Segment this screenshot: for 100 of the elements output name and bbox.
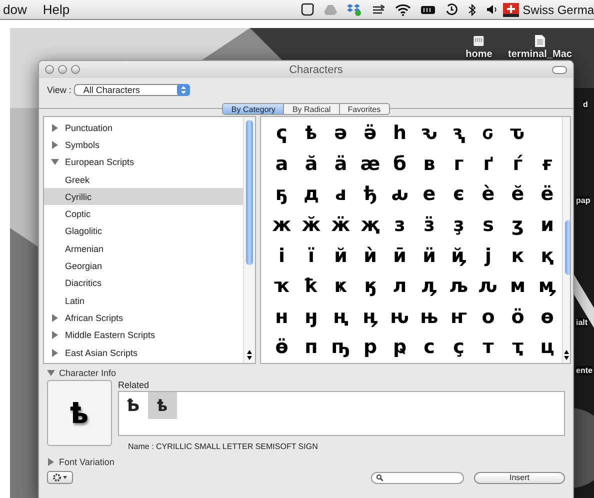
character-cell[interactable]: и — [532, 212, 562, 238]
tab[interactable]: By Radical — [284, 104, 340, 114]
category-item[interactable]: Punctuation — [44, 119, 243, 136]
related-character[interactable]: Ҍ — [119, 392, 148, 419]
category-item[interactable]: Cyrillic — [44, 188, 243, 206]
character-cell[interactable]: ґ — [474, 150, 503, 177]
desktop-icon-label[interactable]: home — [466, 49, 492, 60]
character-cell[interactable]: ц — [532, 334, 562, 360]
character-cell[interactable]: ԁ — [326, 181, 356, 208]
character-cell[interactable]: һ — [385, 120, 414, 146]
character-cell[interactable]: м — [503, 273, 532, 300]
disclosure-triangle-icon[interactable] — [47, 369, 55, 377]
character-cell[interactable]: җ — [356, 212, 385, 238]
character-cell[interactable]: ж — [267, 212, 296, 238]
character-cell[interactable]: ԋ — [385, 304, 414, 330]
character-cell[interactable]: њ — [414, 304, 444, 330]
search-field[interactable] — [371, 472, 464, 484]
disclosure-triangle-icon[interactable] — [51, 158, 59, 166]
category-item[interactable]: Latin — [44, 292, 243, 310]
character-cell[interactable]: ҁ — [267, 120, 296, 146]
menu-item[interactable]: dow — [3, 2, 27, 17]
volume-icon[interactable] — [486, 4, 498, 15]
character-cell[interactable]: ө — [532, 304, 562, 330]
category-item[interactable]: African Scripts — [44, 309, 243, 327]
category-item[interactable]: Georgian — [44, 257, 243, 275]
input-source-label[interactable]: Swiss Germa — [522, 2, 594, 16]
character-cell[interactable]: ӆ — [414, 273, 444, 300]
related-character[interactable]: ҍ — [148, 392, 177, 419]
character-cell[interactable]: ӡ — [503, 212, 532, 238]
character-cell[interactable]: л — [385, 273, 414, 300]
character-cell[interactable]: ӄ — [356, 273, 385, 300]
character-cell[interactable]: ҋ — [444, 242, 474, 269]
close-button[interactable] — [45, 65, 54, 74]
character-cell[interactable]: с — [414, 334, 444, 360]
category-item[interactable]: European Scripts — [44, 154, 243, 171]
category-item[interactable]: Middle Eastern Scripts — [44, 326, 243, 344]
character-cell[interactable]: і — [267, 242, 296, 269]
category-item[interactable]: Greek — [44, 170, 243, 188]
swiss-flag-icon[interactable] — [502, 2, 519, 16]
character-cell[interactable]: ԍ — [474, 120, 503, 146]
character-cell[interactable]: д — [296, 181, 326, 208]
character-cell[interactable]: ҥ — [444, 304, 474, 330]
sync-icon[interactable] — [372, 4, 385, 16]
character-cell[interactable]: ӂ — [296, 212, 326, 238]
disclosure-triangle-icon[interactable] — [51, 331, 59, 340]
character-cell[interactable]: ӝ — [326, 212, 356, 238]
minimize-button[interactable] — [58, 65, 67, 74]
character-cell[interactable]: ԏ — [503, 120, 532, 146]
character-cell[interactable]: а — [267, 150, 296, 177]
character-cell[interactable]: љ — [444, 273, 474, 300]
character-cell[interactable]: п — [296, 334, 326, 360]
character-cell[interactable]: в — [414, 150, 444, 177]
character-cell[interactable]: ҏ — [385, 334, 414, 360]
character-cell[interactable]: ҙ — [444, 212, 474, 238]
character-cell[interactable]: ѕ — [474, 212, 503, 238]
character-cell[interactable]: ҍ — [296, 120, 326, 146]
insert-button[interactable]: Insert — [474, 472, 565, 484]
wifi-icon[interactable] — [394, 4, 411, 16]
character-cell[interactable]: є — [444, 181, 474, 208]
character-cell[interactable]: з — [385, 212, 414, 238]
character-cell[interactable]: ӕ — [356, 150, 385, 177]
character-cell[interactable]: ғ — [532, 150, 562, 177]
character-cell[interactable]: т — [474, 334, 503, 360]
character-cell[interactable]: ҭ — [503, 334, 532, 360]
category-item[interactable]: Glagolitic — [44, 222, 243, 240]
character-cell[interactable]: г — [444, 150, 474, 177]
disclosure-triangle-icon[interactable] — [51, 348, 59, 356]
character-cell[interactable]: ҝ — [326, 273, 356, 300]
tab[interactable]: Favorites — [340, 104, 389, 114]
character-cell[interactable]: ӑ — [296, 150, 326, 177]
disclosure-triangle-icon[interactable] — [47, 458, 55, 466]
character-cell[interactable]: ԇ — [444, 120, 474, 146]
character-cell[interactable]: ӗ — [503, 181, 532, 208]
character-cell[interactable]: ҧ — [326, 334, 356, 360]
scroll-bar[interactable] — [243, 117, 255, 363]
character-cell[interactable]: ӫ — [267, 334, 296, 360]
menu-item[interactable]: Help — [42, 2, 70, 17]
category-item[interactable]: Diacritics — [44, 274, 243, 292]
stepper-arrows-icon[interactable] — [177, 84, 190, 96]
dropbox-icon[interactable] — [346, 3, 362, 16]
character-cell[interactable]: ӎ — [532, 273, 562, 300]
character-cell[interactable]: ѝ — [356, 242, 385, 269]
category-item[interactable]: Armenian — [44, 240, 243, 258]
bluetooth-icon[interactable] — [468, 4, 476, 16]
category-item[interactable]: East Asian Scripts — [44, 344, 243, 362]
character-cell[interactable]: ӟ — [414, 212, 444, 238]
character-cell[interactable]: ӊ — [356, 304, 385, 330]
character-cell[interactable]: ї — [296, 242, 326, 269]
character-cell[interactable]: й — [326, 242, 356, 269]
toolbar-toggle-button[interactable] — [552, 66, 567, 74]
category-item[interactable]: Coptic — [44, 205, 243, 223]
character-cell[interactable]: р — [356, 334, 385, 360]
view-dropdown[interactable]: All Characters — [74, 84, 190, 96]
character-cell[interactable]: ӥ — [414, 242, 444, 269]
character-cell[interactable]: ѓ — [503, 150, 532, 177]
character-cell[interactable]: ѐ — [474, 181, 503, 208]
time-machine-icon[interactable] — [444, 3, 458, 16]
character-cell[interactable]: к — [503, 242, 532, 269]
character-cell[interactable]: ԉ — [474, 273, 503, 300]
gear-menu-button[interactable] — [47, 471, 73, 484]
